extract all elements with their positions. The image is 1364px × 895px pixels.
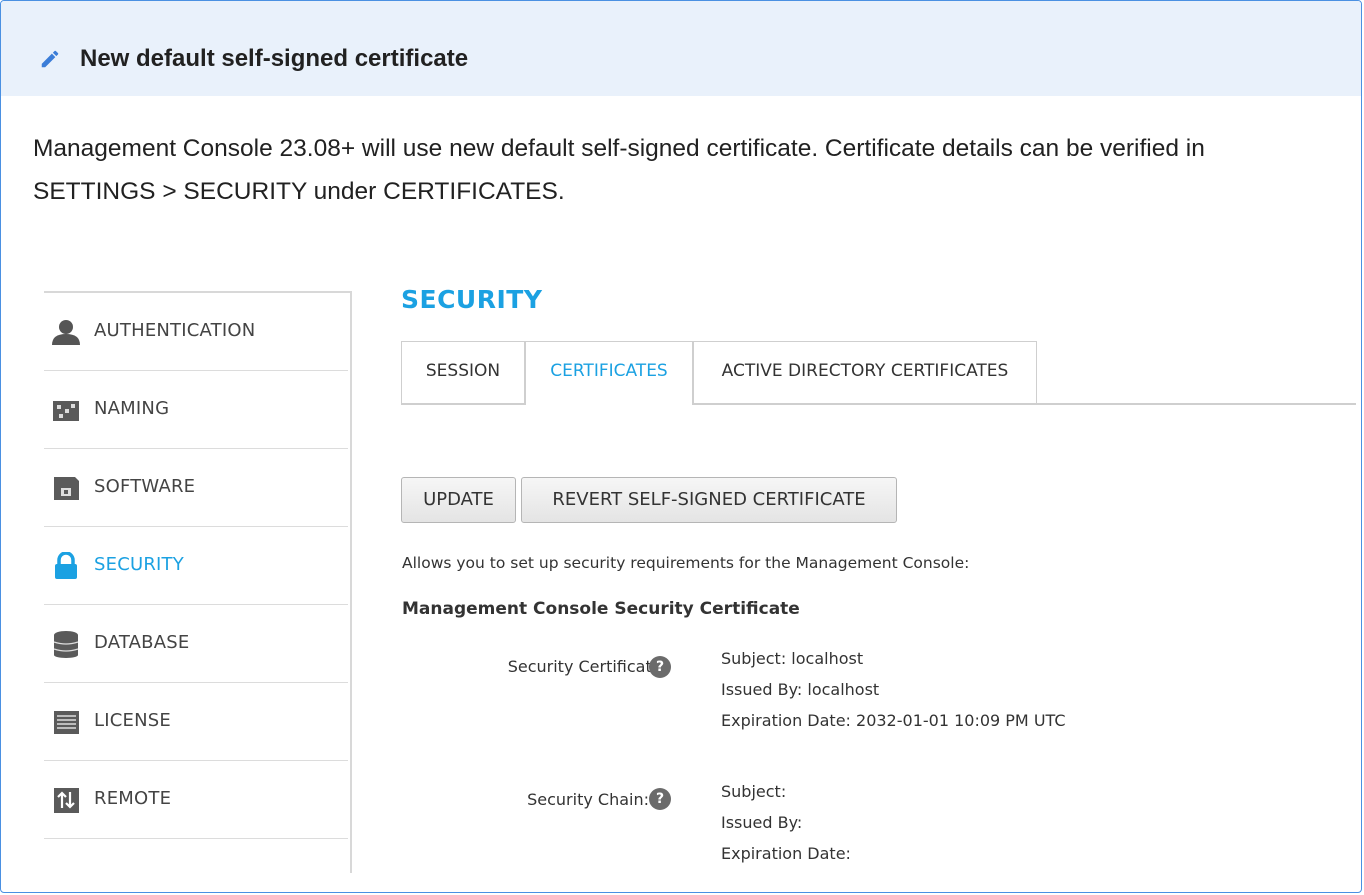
sidebar-item-license[interactable]: LICENSE	[44, 683, 348, 761]
sidebar-item-authentication[interactable]: AUTHENTICATION	[44, 293, 348, 371]
section-heading: Management Console Security Certificate	[402, 599, 800, 619]
revert-self-signed-certificate-button[interactable]: REVERT SELF-SIGNED CERTIFICATE	[521, 477, 897, 523]
security-settings-screenshot: AUTHENTICATION NAMING SOFTWARE SECURITY …	[1, 271, 1361, 892]
tab-session[interactable]: SESSION	[401, 341, 525, 403]
admonition-title: New default self-signed certificate	[80, 45, 469, 72]
sidebar-item-naming[interactable]: NAMING	[44, 371, 348, 449]
update-button[interactable]: UPDATE	[401, 477, 516, 523]
tab-active-directory-certificates[interactable]: ACTIVE DIRECTORY CERTIFICATES	[693, 341, 1037, 403]
sidebar-item-security[interactable]: SECURITY	[44, 527, 348, 605]
security-certificate-label: Security Certificate:	[507, 657, 667, 676]
sidebar-item-label: DATABASE	[94, 632, 190, 653]
sidebar-item-label: LICENSE	[94, 710, 171, 731]
chain-expiration: Expiration Date:	[721, 844, 851, 863]
help-icon[interactable]: ?	[649, 788, 671, 810]
admonition-header: New default self-signed certificate	[1, 1, 1361, 96]
license-icon	[54, 711, 79, 734]
sidebar-item-label: SECURITY	[94, 554, 184, 575]
tab-certificates[interactable]: CERTIFICATES	[525, 341, 693, 405]
sidebar-item-label: NAMING	[94, 398, 170, 419]
remote-arrows-icon	[54, 788, 79, 813]
security-certificate-details: Subject: localhost Issued By: localhost …	[721, 643, 1066, 736]
security-chain-details: Subject: Issued By: Expiration Date:	[721, 776, 851, 869]
naming-icon	[53, 401, 79, 421]
page-title: SECURITY	[401, 285, 543, 314]
pencil-icon	[41, 50, 59, 68]
help-icon[interactable]: ?	[649, 656, 671, 678]
certificate-issued-by: Issued By: localhost	[721, 680, 880, 699]
certificate-subject: Subject: localhost	[721, 649, 864, 668]
chain-issued-by: Issued By:	[721, 813, 803, 832]
security-description: Allows you to set up security requiremen…	[402, 554, 970, 572]
database-icon	[53, 631, 79, 658]
note-admonition: New default self-signed certificate Mana…	[0, 0, 1362, 893]
software-icon	[54, 477, 79, 500]
sidebar-item-database[interactable]: DATABASE	[44, 605, 348, 683]
tab-bar: SESSION CERTIFICATES ACTIVE DIRECTORY CE…	[401, 341, 1356, 405]
sidebar-item-label: AUTHENTICATION	[94, 320, 256, 341]
lock-icon	[55, 552, 77, 579]
chain-subject: Subject:	[721, 782, 787, 801]
settings-sidebar: AUTHENTICATION NAMING SOFTWARE SECURITY …	[44, 291, 352, 873]
sidebar-item-label: SOFTWARE	[94, 476, 196, 497]
certificate-expiration: Expiration Date: 2032-01-01 10:09 PM UTC	[721, 711, 1066, 730]
sidebar-item-software[interactable]: SOFTWARE	[44, 449, 348, 527]
sidebar-item-remote[interactable]: REMOTE	[44, 761, 348, 839]
security-chain-label: Security Chain:	[527, 790, 649, 809]
admonition-body: Management Console 23.08+ will use new d…	[33, 135, 1205, 205]
user-icon	[52, 320, 80, 345]
sidebar-item-label: REMOTE	[94, 788, 172, 809]
